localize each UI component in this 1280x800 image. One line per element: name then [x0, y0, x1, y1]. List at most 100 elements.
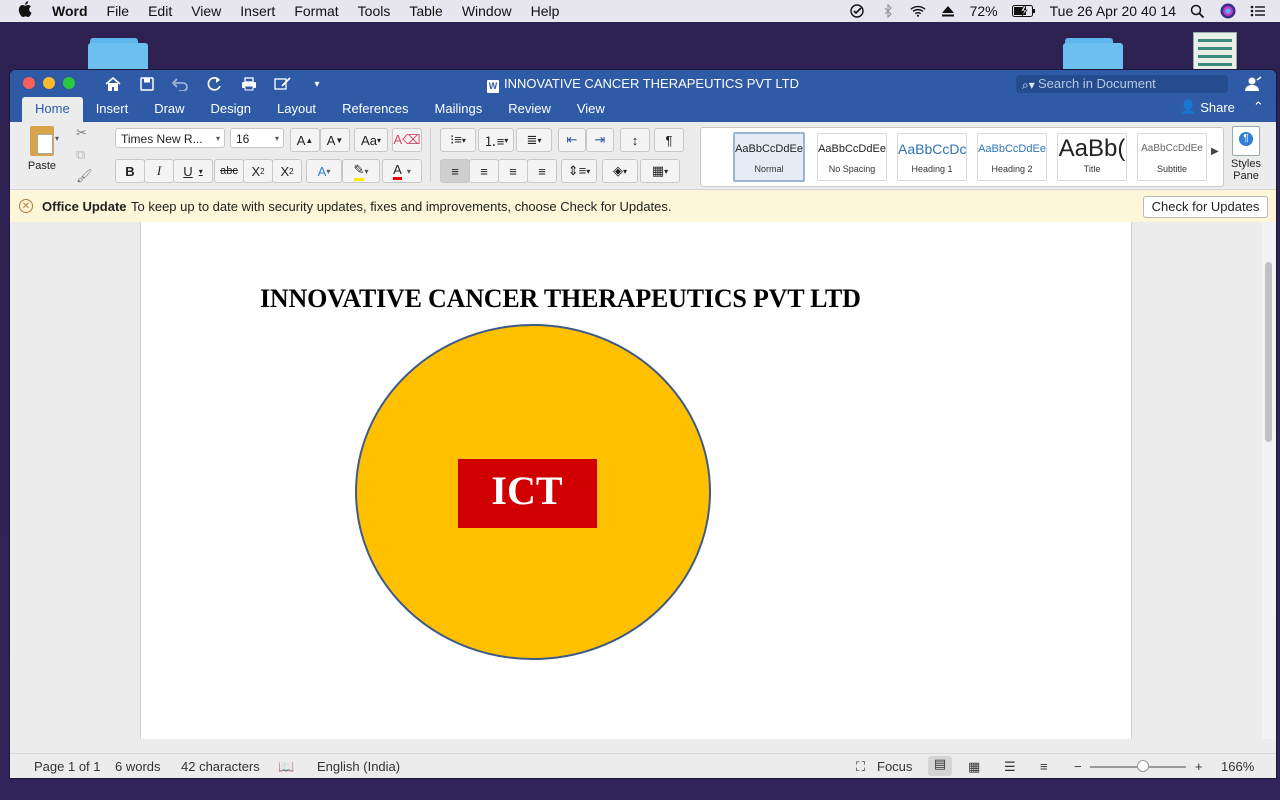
paste-button[interactable]: Paste: [22, 126, 62, 172]
change-case-button[interactable]: Aa ▾: [354, 128, 388, 152]
share-button[interactable]: 👤 Share ⌃: [1180, 99, 1264, 115]
tab-mailings[interactable]: Mailings: [422, 97, 496, 122]
web-layout-view-icon[interactable]: ▦: [968, 759, 980, 775]
multilevel-list-button[interactable]: ≣ ▾: [516, 128, 552, 152]
superscript-button[interactable]: X2: [272, 159, 302, 183]
menu-format[interactable]: Format: [294, 3, 338, 19]
align-center-button[interactable]: ≡: [469, 159, 499, 183]
style-normal[interactable]: AaBbCcDdEe Normal: [733, 132, 805, 182]
clock-datetime[interactable]: Tue 26 Apr 20 40 14: [1050, 3, 1176, 19]
font-color-button[interactable]: A ▾: [382, 159, 422, 183]
style-title[interactable]: AaBb(Title: [1057, 133, 1127, 181]
print-layout-view-icon[interactable]: ▤: [928, 756, 952, 776]
draft-view-icon[interactable]: ≡: [1040, 759, 1048, 774]
line-spacing-button[interactable]: ⇕≡ ▾: [561, 159, 597, 183]
desktop-folder-icon[interactable]: [88, 38, 148, 72]
tab-review[interactable]: Review: [495, 97, 564, 122]
bullets-button[interactable]: ⁝≡ ▾: [440, 128, 476, 152]
bluetooth-icon[interactable]: [880, 4, 896, 18]
siri-icon[interactable]: [1220, 3, 1236, 19]
copy-icon[interactable]: ⧉: [76, 147, 85, 163]
show-formatting-marks-button[interactable]: ¶: [654, 128, 684, 152]
cut-icon[interactable]: ✂: [76, 125, 87, 141]
document-page[interactable]: INNOVATIVE CANCER THERAPEUTICS PVT LTD I…: [140, 222, 1132, 739]
bold-button[interactable]: B: [115, 159, 145, 183]
character-count[interactable]: 42 characters: [181, 759, 260, 774]
font-name-select[interactable]: Times New R... ▾: [115, 128, 225, 148]
focus-mode-button[interactable]: Focus: [877, 759, 912, 774]
clear-formatting-icon[interactable]: A⌫: [392, 128, 422, 152]
styles-pane-button[interactable]: Styles Pane: [1228, 126, 1264, 182]
menu-help[interactable]: Help: [531, 3, 560, 19]
menu-table[interactable]: Table: [409, 3, 442, 19]
styles-more-arrow-icon[interactable]: ▶: [1211, 146, 1219, 157]
underline-button[interactable]: U ▾: [173, 159, 213, 183]
justify-button[interactable]: ≡: [527, 159, 557, 183]
increase-font-size-button[interactable]: A ▲: [290, 128, 320, 152]
font-size-select[interactable]: 16 ▾: [230, 128, 284, 148]
zoom-slider-knob[interactable]: [1136, 760, 1149, 772]
eject-icon[interactable]: [940, 4, 956, 18]
style-heading-2[interactable]: AaBbCcDdEe Heading 2: [977, 133, 1047, 181]
menu-tools[interactable]: Tools: [358, 3, 391, 19]
increase-indent-button[interactable]: ⇥: [586, 128, 614, 152]
numbering-button[interactable]: ⒈≡ ▾: [478, 128, 514, 152]
collapse-ribbon-icon[interactable]: ⌃: [1253, 99, 1264, 115]
outline-view-icon[interactable]: ☰: [1004, 759, 1016, 775]
decrease-indent-button[interactable]: ⇤: [558, 128, 586, 152]
shading-button[interactable]: ◈ ▾: [602, 159, 638, 183]
battery-icon[interactable]: [1011, 5, 1036, 17]
decrease-font-size-button[interactable]: A ▼: [320, 128, 350, 152]
notification-center-icon[interactable]: [1250, 4, 1266, 18]
wifi-icon[interactable]: [910, 4, 926, 18]
spotlight-search-icon[interactable]: [1190, 4, 1206, 18]
page-count[interactable]: Page 1 of 1: [34, 759, 101, 774]
search-in-document-input[interactable]: ⌕▾ Search in Document: [1016, 75, 1228, 93]
menu-window[interactable]: Window: [462, 3, 512, 19]
focus-icon[interactable]: ⛶: [856, 759, 865, 775]
vertical-scrollbar-track[interactable]: [1262, 222, 1276, 739]
sort-button[interactable]: ↕: [620, 128, 650, 152]
tab-design[interactable]: Design: [198, 97, 264, 122]
proofing-icon[interactable]: 📖: [278, 759, 294, 775]
strikethrough-button[interactable]: abc: [214, 159, 244, 183]
italic-button[interactable]: I: [144, 159, 174, 183]
highlight-color-button[interactable]: ✎ ▾: [342, 159, 380, 183]
tab-references[interactable]: References: [329, 97, 421, 122]
align-right-button[interactable]: ≡: [498, 159, 528, 183]
tab-draw[interactable]: Draw: [141, 97, 197, 122]
style-no-spacing[interactable]: AaBbCcDdEe No Spacing: [817, 133, 887, 181]
format-painter-icon[interactable]: 🖌: [76, 168, 93, 184]
zoom-in-button[interactable]: +: [1195, 759, 1203, 774]
apple-menu-icon[interactable]: [18, 1, 38, 21]
style-heading-1[interactable]: AaBbCcDc Heading 1: [897, 133, 967, 181]
dismiss-update-icon[interactable]: ✕: [19, 199, 33, 213]
tab-home[interactable]: Home: [22, 97, 83, 122]
style-subtitle[interactable]: AaBbCcDdEe Subtitle: [1137, 133, 1207, 181]
account-icon[interactable]: [1244, 76, 1262, 92]
zoom-level[interactable]: 166%: [1221, 759, 1254, 774]
desktop-file-thumbnail[interactable]: [1193, 32, 1237, 74]
check-for-updates-button[interactable]: Check for Updates: [1143, 196, 1268, 218]
menu-file[interactable]: File: [107, 3, 130, 19]
tab-layout[interactable]: Layout: [264, 97, 329, 122]
vertical-scrollbar-thumb[interactable]: [1265, 262, 1272, 442]
sync-check-icon[interactable]: [849, 4, 866, 18]
align-left-button[interactable]: ≡: [440, 159, 470, 183]
ribbon: Paste ▾ ✂ ⧉ 🖌 Times New R... ▾ 16 ▾ A ▲ A ▼ …: [10, 122, 1276, 190]
logo-shape-group[interactable]: ICT: [141, 222, 1131, 739]
tab-insert[interactable]: Insert: [83, 97, 142, 122]
menu-view[interactable]: View: [191, 3, 221, 19]
subscript-button[interactable]: X2: [243, 159, 273, 183]
paste-options-dropdown[interactable]: ▾: [55, 134, 59, 143]
tab-view[interactable]: View: [564, 97, 618, 122]
word-count[interactable]: 6 words: [115, 759, 161, 774]
text-effects-button[interactable]: A ▾: [306, 159, 342, 183]
zoom-out-button[interactable]: −: [1074, 759, 1082, 774]
desktop-folder-icon[interactable]: [1063, 38, 1123, 72]
language-indicator[interactable]: English (India): [317, 759, 400, 774]
menu-edit[interactable]: Edit: [148, 3, 172, 19]
menu-app-word[interactable]: Word: [52, 3, 88, 19]
menu-insert[interactable]: Insert: [240, 3, 275, 19]
borders-button[interactable]: ▦ ▾: [640, 159, 680, 183]
